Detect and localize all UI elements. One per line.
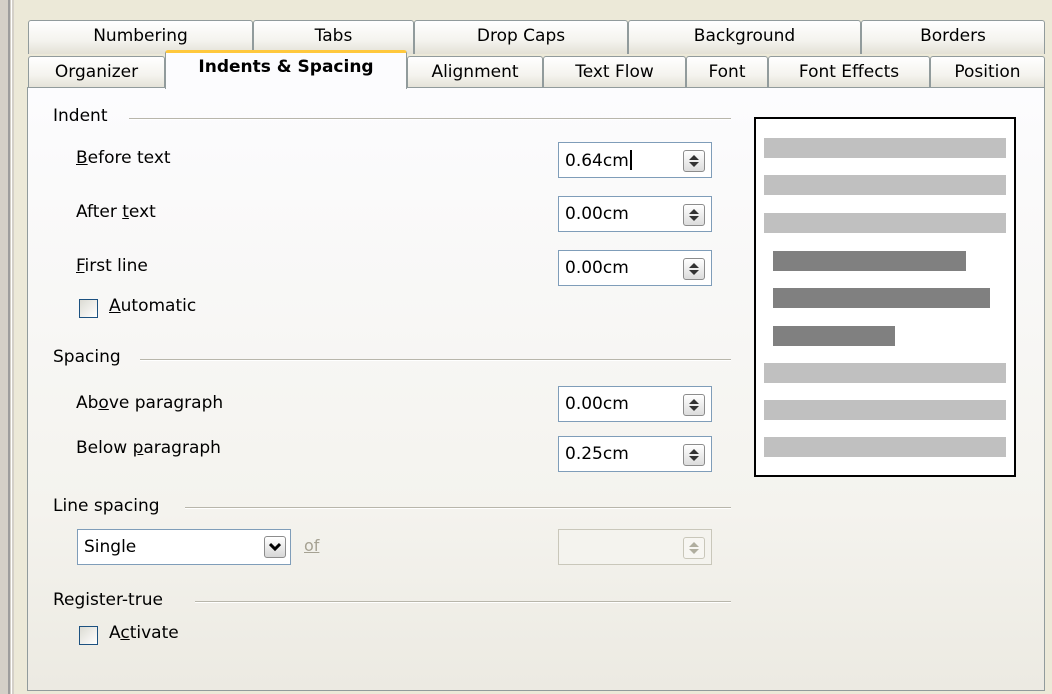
spacing-separator	[140, 359, 731, 361]
spin-up-down-icon[interactable]	[683, 444, 705, 466]
line-spacing-heading: Line spacing	[53, 496, 160, 516]
tab-tabs[interactable]: Tabs	[253, 20, 414, 54]
before-text-label: Before text	[76, 148, 171, 168]
tab-borders[interactable]: Borders	[861, 20, 1045, 54]
line-spacing-value: Single	[84, 537, 137, 557]
preview-line	[764, 400, 1006, 420]
line-spacing-select[interactable]: Single	[77, 529, 291, 565]
after-text-value: 0.00cm	[565, 204, 629, 224]
spacing-heading: Spacing	[53, 347, 121, 367]
spin-up-down-icon[interactable]	[683, 537, 705, 559]
first-line-label: First line	[76, 256, 148, 276]
below-paragraph-label: Below paragraph	[76, 438, 221, 458]
line-spacing-of-spinner[interactable]	[558, 529, 712, 565]
tab-position[interactable]: Position	[930, 56, 1045, 88]
register-true-heading: Register-true	[53, 590, 163, 610]
preview-line-current	[773, 288, 990, 308]
spin-up-down-icon[interactable]	[683, 204, 705, 226]
tab-panel-indents-spacing: Indent Before text 0.64cm After text 0.0…	[27, 87, 1045, 691]
above-paragraph-value: 0.00cm	[565, 394, 629, 414]
automatic-checkbox[interactable]	[79, 299, 98, 318]
after-text-label: After text	[76, 202, 156, 222]
indent-separator	[129, 118, 731, 120]
spin-up-down-icon[interactable]	[683, 394, 705, 416]
paragraph-preview	[754, 117, 1016, 477]
preview-line	[764, 213, 1006, 233]
spin-up-down-icon[interactable]	[683, 150, 705, 172]
first-line-value: 0.00cm	[565, 258, 629, 278]
activate-label: Activate	[109, 623, 179, 643]
tab-text-flow[interactable]: Text Flow	[543, 56, 686, 88]
below-paragraph-spinner[interactable]: 0.25cm	[558, 436, 712, 472]
above-paragraph-label: Above paragraph	[76, 393, 224, 413]
preview-line-current	[773, 326, 895, 346]
text-cursor	[629, 150, 632, 170]
of-label: of	[304, 536, 320, 555]
above-paragraph-spinner[interactable]: 0.00cm	[558, 386, 712, 422]
tab-indents-spacing[interactable]: Indents & Spacing	[165, 50, 407, 89]
left-border-highlight	[11, 0, 12, 694]
line-spacing-separator	[185, 507, 731, 509]
after-text-spinner[interactable]: 0.00cm	[558, 196, 712, 232]
preview-line	[764, 363, 1006, 383]
before-text-value: 0.64cm	[565, 151, 629, 171]
tab-font-effects[interactable]: Font Effects	[768, 56, 930, 88]
tab-numbering[interactable]: Numbering	[28, 20, 253, 54]
tab-background[interactable]: Background	[628, 20, 861, 54]
preview-line	[764, 437, 1006, 457]
below-paragraph-value: 0.25cm	[565, 444, 629, 464]
left-border-line	[8, 0, 10, 694]
before-text-spinner[interactable]: 0.64cm	[558, 142, 712, 178]
register-true-separator	[195, 601, 731, 603]
first-line-spinner[interactable]: 0.00cm	[558, 250, 712, 286]
indent-heading: Indent	[53, 106, 108, 126]
spin-up-down-icon[interactable]	[683, 258, 705, 280]
tab-alignment[interactable]: Alignment	[407, 56, 543, 88]
tab-drop-caps[interactable]: Drop Caps	[414, 20, 628, 54]
preview-line	[764, 138, 1006, 158]
activate-checkbox[interactable]	[79, 626, 98, 645]
tab-organizer[interactable]: Organizer	[28, 56, 165, 88]
preview-line-current	[773, 251, 966, 271]
tab-font[interactable]: Font	[686, 56, 768, 88]
automatic-label: Automatic	[109, 296, 197, 316]
preview-line	[764, 175, 1006, 195]
chevron-down-icon[interactable]	[264, 536, 286, 558]
